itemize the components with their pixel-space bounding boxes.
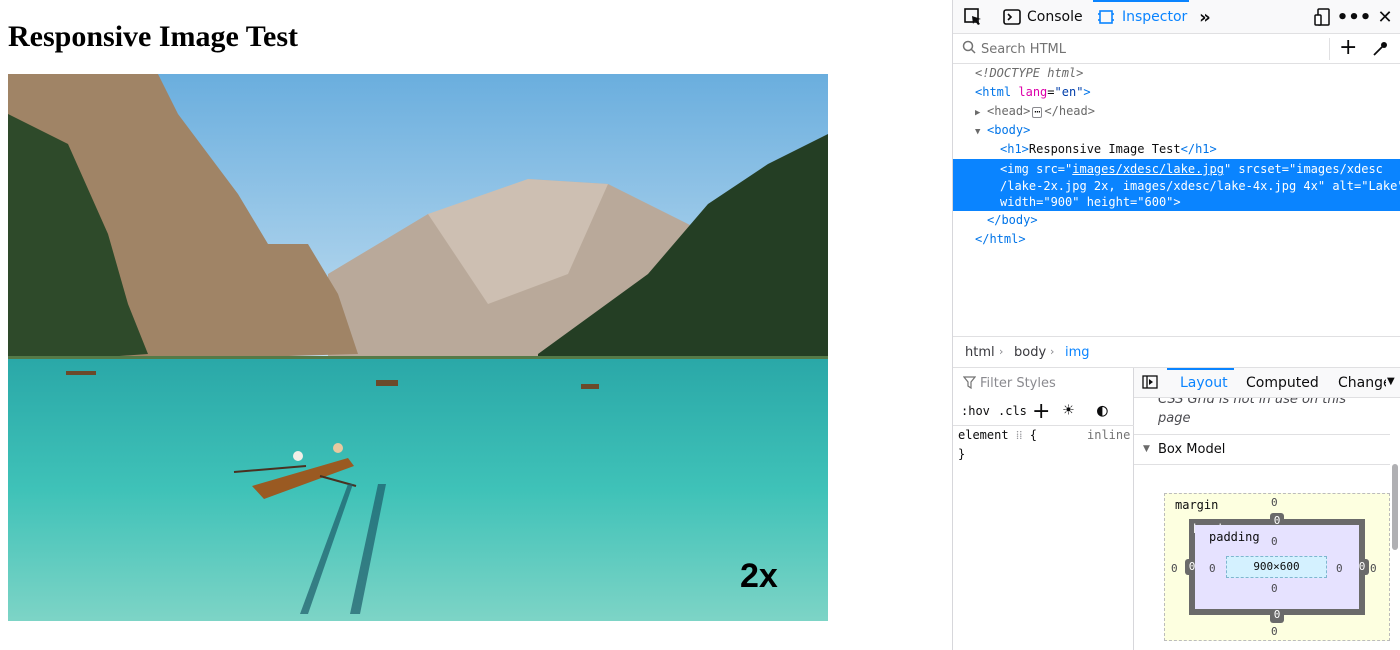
light-theme-icon[interactable]: ☀ <box>1063 400 1074 421</box>
breadcrumb-img[interactable]: img <box>1065 345 1090 360</box>
tab-inspector[interactable]: Inspector <box>1093 0 1189 34</box>
collapse-triangle-icon: ▼ <box>1143 444 1150 454</box>
element-picker-icon[interactable] <box>961 5 985 29</box>
collapsed-ellipsis[interactable]: ⋯ <box>1032 107 1043 118</box>
img-node-selected[interactable]: <img src="images/xdesc/lake.jpg" srcset=… <box>953 159 1400 211</box>
head-node[interactable]: ▶ <head> ⋯ </head> <box>975 102 1095 121</box>
body-open-tag: <body> <box>987 123 1031 137</box>
breadcrumb: html › body › img <box>953 336 1400 368</box>
inline-label: inline <box>1087 428 1131 442</box>
html-lang-value: "en" <box>1054 85 1084 99</box>
grid-not-in-use-note: CSS Grid is not in use on this page <box>1158 398 1347 426</box>
box-model-label: Box Model <box>1158 442 1226 457</box>
body-node[interactable]: ▼ <body> <box>975 121 1030 140</box>
markup-search: Search HTML + <box>953 34 1400 64</box>
tab-indicator <box>1167 368 1234 370</box>
page-heading: Responsive Image Test <box>8 20 299 53</box>
dark-theme-icon[interactable]: ◐ <box>1097 400 1108 421</box>
img-line-1-prefix: <img src=" <box>1000 162 1073 176</box>
margin-bottom-value[interactable]: 0 <box>1271 625 1278 638</box>
collapse-triangle-icon[interactable]: ▼ <box>975 123 987 142</box>
tab-inspector-label: Inspector <box>1122 9 1188 25</box>
tab-console[interactable]: Console <box>1027 0 1083 34</box>
scrollbar[interactable] <box>1392 464 1398 550</box>
grid-highlight-icon[interactable]: ⁞⁞ <box>1016 428 1023 442</box>
markup-tree: <!DOCTYPE html> <html lang="en"> ▶ <head>… <box>953 64 1400 336</box>
search-icon <box>962 40 976 58</box>
margin-right-value[interactable]: 0 <box>1370 562 1377 575</box>
element-rule: element ⁞⁞ { <box>958 426 1037 445</box>
border-bottom-value[interactable]: 0 <box>1270 607 1284 623</box>
margin-top-value[interactable]: 0 <box>1271 496 1278 509</box>
cls-toggle[interactable]: .cls <box>998 404 1027 418</box>
grid-note-clip: CSS Grid is not in use on this page <box>1134 398 1390 434</box>
margin-label: margin <box>1175 498 1219 512</box>
more-icon[interactable]: ••• <box>1337 5 1372 29</box>
resolution-overlay-label: 2x <box>740 557 778 595</box>
chevron-down-icon[interactable]: ▼ <box>1387 376 1395 387</box>
page-viewport: Responsive Image Test 2x <box>0 0 952 650</box>
margin-left-value[interactable]: 0 <box>1171 562 1178 575</box>
rules-toolbar: :hov .cls + ☀ ◐ <box>953 398 1134 426</box>
lake-image <box>8 74 828 621</box>
html-tag: html <box>982 85 1012 99</box>
padding-bottom-value[interactable]: 0 <box>1271 582 1278 595</box>
double-chevron-icon[interactable]: » <box>1193 5 1217 29</box>
divider <box>1329 38 1330 60</box>
box-model-content-size[interactable]: 900×600 <box>1226 556 1327 578</box>
head-close-tag: </head> <box>1044 104 1095 118</box>
tab-layout[interactable]: Layout <box>1180 375 1228 391</box>
filter-styles: Filter Styles <box>953 368 1134 398</box>
chevron-right-icon: › <box>1050 345 1055 358</box>
element-selector: element <box>958 428 1009 442</box>
h1-text: Responsive Image Test <box>1028 142 1181 156</box>
body-close-tag[interactable]: </body> <box>987 211 1038 230</box>
add-rule-icon[interactable]: + <box>1032 399 1050 424</box>
devtools-toolbar: Console Inspector » ••• ✕ <box>953 0 1400 34</box>
layout-panel: Layout Computed Changes ▼ CSS Grid is no… <box>1134 368 1400 650</box>
padding-right-value[interactable]: 0 <box>1336 562 1343 575</box>
chevron-right-icon: › <box>999 345 1004 358</box>
rule-brace-open: { <box>1029 428 1037 442</box>
breadcrumb-body[interactable]: body <box>1014 345 1046 360</box>
hov-toggle[interactable]: :hov <box>961 404 990 418</box>
tab-changes[interactable]: Changes <box>1338 375 1386 391</box>
box-model-header[interactable]: ▼ Box Model <box>1134 434 1390 465</box>
img-line-1-suffix: " srcset="images/xdesc <box>1223 162 1383 176</box>
console-icon[interactable] <box>1000 5 1024 29</box>
padding-left-value[interactable]: 0 <box>1209 562 1216 575</box>
rule-brace-close: } <box>958 447 966 461</box>
doctype-node[interactable]: <!DOCTYPE html> <box>975 64 1083 83</box>
h1-close-tag: </h1> <box>1180 142 1217 156</box>
filter-icon <box>962 376 977 393</box>
eyedropper-icon[interactable] <box>1371 40 1389 62</box>
sidebar-tabs: Layout Computed Changes ▼ <box>1134 368 1400 398</box>
h1-open-tag: <h1> <box>1000 142 1029 156</box>
breadcrumb-html[interactable]: html <box>965 345 995 360</box>
close-icon[interactable]: ✕ <box>1373 5 1397 29</box>
head-open-tag: <head> <box>987 104 1031 118</box>
search-input[interactable]: Search HTML <box>981 42 1066 57</box>
filter-styles-input[interactable]: Filter Styles <box>980 376 1056 391</box>
toggle-sidebar-icon[interactable] <box>1142 375 1158 393</box>
tab-computed[interactable]: Computed <box>1246 375 1319 391</box>
responsive-design-icon[interactable] <box>1311 5 1335 29</box>
img-line-3: width="900" height="600"> <box>1000 195 1181 209</box>
img-src-link[interactable]: images/xdesc/lake.jpg <box>1072 162 1224 176</box>
plus-icon[interactable]: + <box>1339 36 1357 60</box>
devtools-panel: Console Inspector » ••• ✕ Search HTML + … <box>952 0 1400 650</box>
html-node[interactable]: <html lang="en"> <box>975 83 1091 102</box>
html-close-tag[interactable]: </html> <box>975 230 1026 249</box>
padding-label: padding <box>1209 530 1260 544</box>
padding-top-value[interactable]: 0 <box>1271 535 1278 548</box>
html-lang-attr: lang <box>1018 85 1048 99</box>
rules-panel: Filter Styles :hov .cls + ☀ ◐ element ⁞⁞… <box>953 368 1134 650</box>
h1-node[interactable]: <h1>Responsive Image Test</h1> <box>1000 140 1217 159</box>
